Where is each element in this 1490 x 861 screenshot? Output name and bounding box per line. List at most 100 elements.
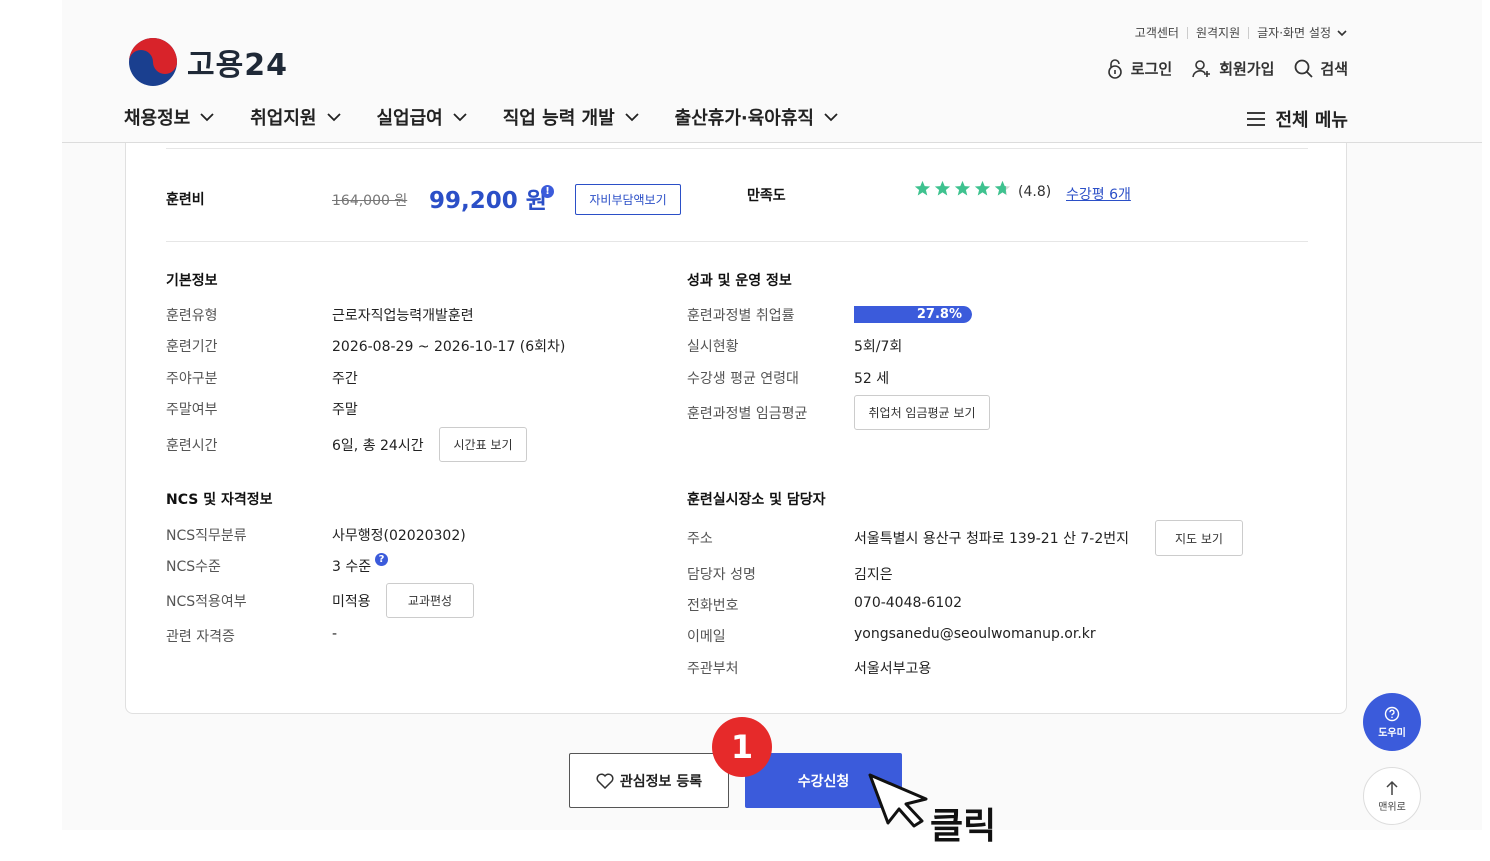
manager-value: 김지은 [854,567,893,583]
cursor-arrow-icon [868,773,928,828]
utility-remote-support[interactable]: 원격지원 [1196,24,1240,41]
divider [1248,26,1250,39]
star-icon [954,180,971,196]
wage-button[interactable]: 취업처 임금평균 보기 [854,395,990,430]
site-logo[interactable]: 고용24 [127,36,288,88]
search-label: 검색 [1320,60,1348,78]
login-link[interactable]: 로그인 [1106,58,1172,79]
ncs-title: NCS 및 자격정보 [166,492,273,508]
email-value: yongsanedu@seoulwomanup.or.kr [854,626,1096,642]
heart-icon [596,773,614,789]
question-icon [1384,706,1400,721]
divider [1186,26,1188,39]
back-to-top-label: 맨위로 [1378,801,1406,813]
nav-label: 채용정보 [124,108,191,129]
employment-rate-bar: 27.8% [854,306,972,323]
chevron-down-icon [200,113,214,122]
dept-value: 서울서부고용 [854,661,932,677]
satisfaction-label: 만족도 [747,188,786,204]
employment-rate-label: 훈련과정별 취업률 [687,308,795,324]
age-value: 52 세 [854,371,890,387]
employment-rate-fill: 27.8% [854,306,972,323]
login-label: 로그인 [1130,60,1173,78]
training-type-value: 근로자직업능력개발훈련 [332,308,474,324]
email-label: 이메일 [687,629,726,645]
main-nav: 채용정보 취업지원 실업급여 직업 능력 개발 출산휴가·육아휴직 [124,104,874,130]
nav-item-unemployment-benefits[interactable]: 실업급여 [377,104,467,130]
nav-item-employment-support[interactable]: 취업지원 [250,104,341,130]
star-icon [914,180,931,196]
certificate-label: 관련 자격증 [166,629,235,645]
helper-button[interactable]: 도우미 [1363,693,1421,751]
reviews-link[interactable]: 수강평 6개 [1066,184,1131,204]
favorite-button[interactable]: 관심정보 등록 [569,753,729,808]
ncs-class-label: NCS직무분류 [166,528,247,544]
selfpay-button[interactable]: 자비부담액보기 [575,184,681,215]
chevron-down-icon [453,113,467,122]
address-value: 서울특별시 용산구 청파로 139-21 산 7-2번지 [854,531,1130,547]
utility-customer-center[interactable]: 고객센터 [1135,24,1179,41]
star-half-icon [994,180,1011,196]
nav-label: 취업지원 [250,108,317,129]
nav-label: 출산휴가·육아휴직 [674,108,814,129]
ncs-level-label: NCS수준 [166,559,221,575]
place-title: 훈련실시장소 및 담당자 [687,492,826,508]
step-badge: 1 [712,717,772,777]
curriculum-button[interactable]: 교과편성 [386,583,474,618]
user-plus-icon [1192,59,1211,77]
performance-title: 성과 및 운영 정보 [687,273,792,289]
status-label: 실시현황 [687,339,739,355]
nav-label: 실업급여 [376,108,443,129]
divider [166,241,1308,242]
ncs-level-value: 3 수준 [332,559,372,575]
timetable-button[interactable]: 시간표 보기 [439,427,527,462]
rating-stars [914,180,1011,197]
signup-label: 회원가입 [1219,60,1275,78]
nav-label: 직업 능력 개발 [502,108,615,129]
wage-label: 훈련과정별 임금평균 [687,406,808,422]
discounted-price: 99,200 원 [429,188,547,214]
logo-text: 고용24 [187,48,288,83]
chevron-down-icon [625,113,639,122]
rating-value: (4.8) [1018,184,1052,200]
chevron-down-icon [1337,29,1347,36]
training-hours-value: 6일, 총 24시간 [332,438,424,454]
arrow-up-icon [1386,780,1398,795]
status-value: 5회/7회 [854,339,903,355]
nav-item-skill-development[interactable]: 직업 능력 개발 [503,104,639,130]
divider [166,148,1308,149]
address-label: 주소 [687,531,713,547]
weekend-value: 주말 [332,402,358,418]
chevron-down-icon [824,113,838,122]
original-price: 164,000 원 [332,193,408,209]
nav-item-jobs[interactable]: 채용정보 [124,104,214,130]
search-link[interactable]: 검색 [1294,58,1348,79]
training-hours-label: 훈련시간 [166,438,218,454]
training-period-label: 훈련기간 [166,339,218,355]
helper-label: 도우미 [1378,727,1406,739]
signup-link[interactable]: 회원가입 [1192,58,1274,79]
info-icon[interactable]: ! [538,185,554,204]
ncs-apply-label: NCS적용여부 [166,594,247,610]
utility-menu: 고객센터 원격지원 글자·화면 설정 [1135,24,1348,41]
ncs-apply-value: 미적용 [332,594,371,610]
favorite-label: 관심정보 등록 [619,773,703,790]
course-detail-card: 훈련비 164,000 원 99,200 원 ! 자비부담액보기 만족도 (4.… [125,143,1347,714]
basic-info-title: 기본정보 [166,273,218,289]
utility-display-settings[interactable]: 글자·화면 설정 [1257,24,1331,41]
all-menu-button[interactable]: 전체 메뉴 [1247,106,1348,132]
click-annotation: 클릭 [930,806,997,847]
day-night-value: 주간 [332,371,358,387]
user-nav: 로그인 회원가입 검색 [1106,58,1348,79]
phone-value: 070-4048-6102 [854,595,963,611]
search-icon [1294,59,1314,78]
day-night-label: 주야구분 [166,371,218,387]
hamburger-icon [1247,112,1266,126]
help-icon[interactable]: ? [372,553,388,572]
national-emblem-icon [129,38,177,86]
fee-label: 훈련비 [166,192,205,208]
map-button[interactable]: 지도 보기 [1155,520,1243,556]
back-to-top-button[interactable]: 맨위로 [1363,767,1421,825]
certificate-value: - [332,626,338,642]
nav-item-parental-leave[interactable]: 출산휴가·육아휴직 [675,104,838,130]
